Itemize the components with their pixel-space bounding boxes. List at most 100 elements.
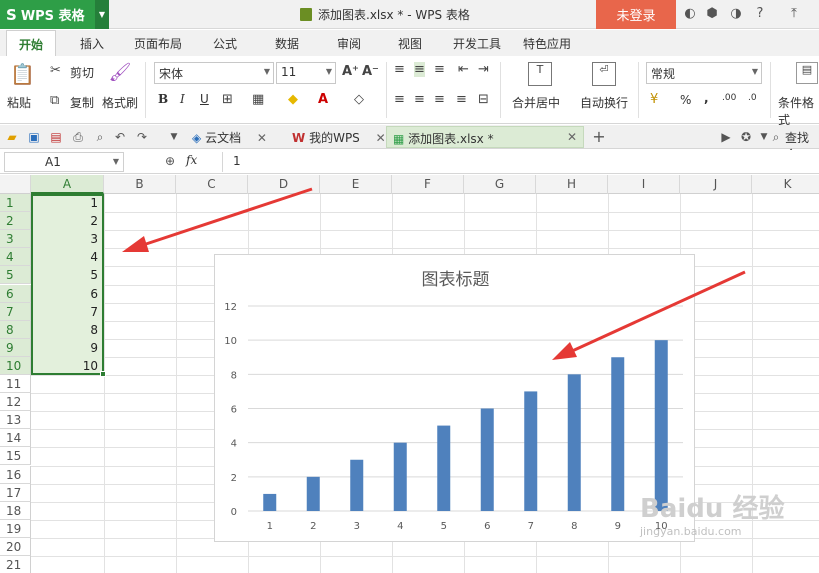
tab-developer[interactable]: 开发工具 xyxy=(453,35,501,52)
fx-button[interactable]: fx xyxy=(186,153,197,167)
bar[interactable] xyxy=(524,391,538,511)
align-top-icon[interactable]: ≡ xyxy=(394,62,405,77)
export-pdf-icon[interactable]: ▤ xyxy=(48,129,64,145)
cell-a7[interactable]: 7 xyxy=(31,303,101,321)
bar[interactable] xyxy=(611,357,625,511)
align-left-icon[interactable]: ≡ xyxy=(394,92,405,107)
clear-format-icon[interactable]: ◇ xyxy=(354,92,364,107)
bar[interactable] xyxy=(480,408,494,512)
tab-cloud-docs[interactable]: ◈ 云文档 ✕ xyxy=(186,126,273,148)
decrease-decimal-button[interactable]: .0 xyxy=(748,93,757,103)
row-header-16[interactable]: 16 xyxy=(0,465,31,484)
merge-center-button[interactable]: 合并居中 xyxy=(512,94,560,111)
cut-icon[interactable]: ✂ xyxy=(50,63,61,78)
cell-a10[interactable]: 10 xyxy=(31,357,101,375)
app-menu-dropdown-icon[interactable]: ▼ xyxy=(95,0,109,29)
row-header-15[interactable]: 15 xyxy=(0,447,31,466)
close-icon[interactable]: ✕ xyxy=(567,130,577,144)
font-color-icon[interactable]: A xyxy=(318,92,328,107)
video-icon[interactable]: ▶ xyxy=(718,129,734,145)
font-name-select[interactable]: 宋体 ▼ xyxy=(154,62,274,84)
row-header-10[interactable]: 10 xyxy=(0,356,31,375)
open-folder-icon[interactable]: ▰ xyxy=(4,129,20,145)
select-all-corner[interactable] xyxy=(0,175,31,194)
row-header-4[interactable]: 4 xyxy=(0,248,31,267)
undo-icon[interactable]: ↶ xyxy=(112,129,128,145)
tab-active-document[interactable]: ▦ 添加图表.xlsx * ✕ xyxy=(386,126,584,148)
merge-center-icon[interactable]: T xyxy=(528,62,552,86)
column-header-a[interactable]: A xyxy=(31,175,104,194)
print-preview-icon[interactable]: ⌕ xyxy=(92,129,108,145)
cell-a3[interactable]: 3 xyxy=(31,230,101,248)
increase-decimal-button[interactable]: .00 xyxy=(722,93,736,103)
column-header-h[interactable]: H xyxy=(536,175,608,194)
print-icon[interactable]: ⎙ xyxy=(70,129,86,145)
percent-button[interactable]: % xyxy=(680,93,691,107)
indent-increase-icon[interactable]: ⇥ xyxy=(478,62,489,77)
paste-icon[interactable]: 📋 xyxy=(10,62,35,86)
cell-a8[interactable]: 8 xyxy=(31,321,101,339)
cell-a9[interactable]: 9 xyxy=(31,339,101,357)
wrap-text-button[interactable]: 自动换行 xyxy=(580,94,628,111)
app-menu-button[interactable]: S WPS 表格 xyxy=(0,0,95,29)
column-header-i[interactable]: I xyxy=(608,175,680,194)
bold-button[interactable]: B xyxy=(158,92,168,106)
row-header-3[interactable]: 3 xyxy=(0,230,31,249)
tab-data[interactable]: 数据 xyxy=(275,35,299,52)
row-header-8[interactable]: 8 xyxy=(0,320,31,339)
row-header-9[interactable]: 9 xyxy=(0,338,31,357)
tab-page-layout[interactable]: 页面布局 xyxy=(134,35,182,52)
row-header-11[interactable]: 11 xyxy=(0,375,31,393)
conditional-format-icon[interactable]: ▤ xyxy=(796,62,818,84)
font-size-select[interactable]: 11 ▼ xyxy=(276,62,336,84)
chart-title[interactable]: 图表标题 xyxy=(215,265,696,290)
zoom-icon[interactable]: ⊕ xyxy=(162,153,178,169)
row-header-17[interactable]: 17 xyxy=(0,483,31,502)
align-center-icon[interactable]: ≡ xyxy=(414,92,425,107)
column-header-c[interactable]: C xyxy=(176,175,248,194)
bar[interactable] xyxy=(350,459,364,511)
comma-button[interactable]: , xyxy=(704,91,709,105)
column-header-b[interactable]: B xyxy=(104,175,176,194)
tab-special[interactable]: 特色应用 xyxy=(523,35,571,52)
cell-a5[interactable]: 5 xyxy=(31,266,101,284)
restore-icon[interactable]: ⤒ xyxy=(786,6,802,22)
align-bottom-icon[interactable]: ≡ xyxy=(434,62,445,77)
row-header-1[interactable]: 1 xyxy=(0,194,31,212)
format-painter-icon[interactable]: 🖌 xyxy=(108,62,132,86)
row-header-7[interactable]: 7 xyxy=(0,302,31,321)
font-shrink-icon[interactable]: A⁻ xyxy=(362,64,379,79)
copy-button[interactable]: 复制 xyxy=(70,94,94,111)
tab-formulas[interactable]: 公式 xyxy=(213,35,237,52)
bar[interactable] xyxy=(437,425,451,511)
tab-insert[interactable]: 插入 xyxy=(80,35,104,52)
row-header-6[interactable]: 6 xyxy=(0,284,31,303)
bar[interactable] xyxy=(567,374,581,511)
search-icon[interactable]: ⌕ xyxy=(768,129,784,145)
wrap-text-icon[interactable]: ⏎ xyxy=(592,62,616,86)
login-button[interactable]: 未登录 xyxy=(596,0,676,29)
cell-a4[interactable]: 4 xyxy=(31,248,101,266)
currency-icon[interactable]: ¥ xyxy=(650,92,658,107)
feedback-icon[interactable]: ◑ xyxy=(728,6,744,22)
font-grow-icon[interactable]: A⁺ xyxy=(342,64,359,79)
indent-decrease-icon[interactable]: ⇤ xyxy=(458,62,469,77)
cell-a1[interactable]: 1 xyxy=(31,194,101,212)
conditional-format-button[interactable]: 条件格式 xyxy=(778,94,819,128)
column-header-k[interactable]: K xyxy=(752,175,819,194)
underline-button[interactable]: U xyxy=(200,92,209,106)
tab-my-wps[interactable]: W 我的WPS ✕ xyxy=(286,126,392,148)
column-header-j[interactable]: J xyxy=(680,175,752,194)
bar[interactable] xyxy=(263,493,277,511)
column-header-d[interactable]: D xyxy=(248,175,320,194)
italic-button[interactable]: I xyxy=(180,92,185,106)
close-icon[interactable]: ✕ xyxy=(376,131,386,145)
number-format-select[interactable]: 常规 ▼ xyxy=(646,62,762,84)
cut-button[interactable]: 剪切 xyxy=(70,64,94,81)
row-header-13[interactable]: 13 xyxy=(0,411,31,430)
row-header-19[interactable]: 19 xyxy=(0,519,31,538)
column-header-g[interactable]: G xyxy=(464,175,536,194)
paste-button[interactable]: 粘贴 xyxy=(7,94,31,111)
copy-icon[interactable]: ⧉ xyxy=(50,93,59,108)
cell-a6[interactable]: 6 xyxy=(31,285,101,303)
